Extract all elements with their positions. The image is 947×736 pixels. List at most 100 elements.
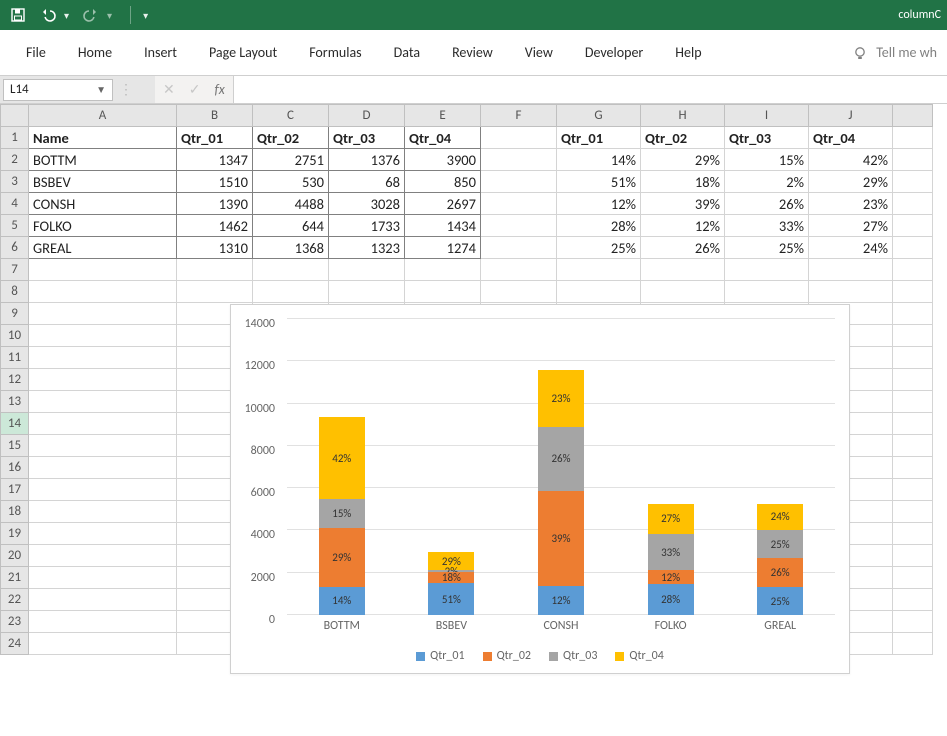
cell[interactable] [893, 457, 933, 479]
cell[interactable] [725, 259, 809, 281]
column-header-J[interactable]: J [809, 105, 893, 127]
cell[interactable] [29, 369, 177, 391]
ribbon-tab-developer[interactable]: Developer [569, 38, 659, 67]
cell[interactable] [29, 325, 177, 347]
cell[interactable] [893, 193, 933, 215]
cell[interactable] [893, 237, 933, 259]
cell[interactable] [725, 281, 809, 303]
column-header-C[interactable]: C [253, 105, 329, 127]
tell-me-search[interactable]: Tell me wh [852, 44, 937, 61]
cell[interactable] [29, 281, 177, 303]
cell[interactable]: Qtr_01 [557, 127, 641, 149]
row-header-19[interactable]: 19 [1, 523, 29, 545]
cell[interactable] [253, 281, 329, 303]
row-header-3[interactable]: 3 [1, 171, 29, 193]
cell[interactable] [405, 281, 481, 303]
cell[interactable] [481, 281, 557, 303]
select-all-corner[interactable] [1, 105, 29, 127]
cell[interactable] [893, 127, 933, 149]
ribbon-tab-view[interactable]: View [509, 38, 569, 67]
cell[interactable]: 15% [725, 149, 809, 171]
cell[interactable] [29, 435, 177, 457]
row-header-22[interactable]: 22 [1, 589, 29, 611]
cell[interactable]: 1310 [177, 237, 253, 259]
cell[interactable] [893, 369, 933, 391]
row-header-21[interactable]: 21 [1, 567, 29, 589]
column-header-I[interactable]: I [725, 105, 809, 127]
cell[interactable]: 68 [329, 171, 405, 193]
cell[interactable] [29, 501, 177, 523]
cell[interactable] [893, 303, 933, 325]
cell[interactable]: Qtr_02 [253, 127, 329, 149]
cell[interactable]: BOTTM [29, 149, 177, 171]
worksheet-grid[interactable]: ABCDEFGHIJ1NameQtr_01Qtr_02Qtr_03Qtr_04Q… [0, 104, 947, 655]
cell[interactable] [481, 215, 557, 237]
cell[interactable]: 14% [557, 149, 641, 171]
cell[interactable] [893, 435, 933, 457]
cell[interactable] [893, 479, 933, 501]
cell[interactable] [893, 347, 933, 369]
cell[interactable] [481, 259, 557, 281]
cell[interactable] [29, 303, 177, 325]
cell[interactable] [253, 259, 329, 281]
cell[interactable] [481, 149, 557, 171]
cell[interactable]: Qtr_03 [329, 127, 405, 149]
cell[interactable] [893, 567, 933, 589]
ribbon-tab-file[interactable]: File [10, 38, 62, 67]
column-header-D[interactable]: D [329, 105, 405, 127]
cell[interactable] [481, 171, 557, 193]
redo-menu-caret-icon[interactable]: ▾ [107, 9, 112, 22]
cell[interactable]: FOLKO [29, 215, 177, 237]
embedded-chart[interactable]: 02000400060008000100001200014000 14%29%1… [230, 304, 850, 674]
row-header-4[interactable]: 4 [1, 193, 29, 215]
cell[interactable]: 1390 [177, 193, 253, 215]
cell[interactable] [29, 413, 177, 435]
row-header-11[interactable]: 11 [1, 347, 29, 369]
ribbon-tab-help[interactable]: Help [659, 38, 717, 67]
cell[interactable] [29, 611, 177, 633]
cell[interactable]: 18% [641, 171, 725, 193]
cell[interactable] [481, 127, 557, 149]
cell[interactable] [893, 215, 933, 237]
cell[interactable] [893, 171, 933, 193]
row-header-10[interactable]: 10 [1, 325, 29, 347]
cell[interactable]: 2% [725, 171, 809, 193]
cell[interactable]: BSBEV [29, 171, 177, 193]
name-box-caret-icon[interactable]: ▼ [96, 83, 106, 96]
cell[interactable] [557, 281, 641, 303]
cell[interactable]: Qtr_02 [641, 127, 725, 149]
cell[interactable]: Qtr_01 [177, 127, 253, 149]
cell[interactable] [893, 611, 933, 633]
cell[interactable]: 1368 [253, 237, 329, 259]
cell[interactable]: 29% [641, 149, 725, 171]
row-header-20[interactable]: 20 [1, 545, 29, 567]
column-header-B[interactable]: B [177, 105, 253, 127]
cell[interactable] [893, 501, 933, 523]
ribbon-tab-insert[interactable]: Insert [128, 38, 193, 67]
cell[interactable]: CONSH [29, 193, 177, 215]
row-header-16[interactable]: 16 [1, 457, 29, 479]
cell[interactable] [177, 281, 253, 303]
row-header-14[interactable]: 14 [1, 413, 29, 435]
cell[interactable]: 2697 [405, 193, 481, 215]
cell[interactable]: 530 [253, 171, 329, 193]
undo-icon[interactable] [40, 7, 56, 23]
cell[interactable]: 1376 [329, 149, 405, 171]
ribbon-tab-home[interactable]: Home [62, 38, 128, 67]
cell[interactable]: 29% [809, 171, 893, 193]
redo-icon[interactable] [83, 7, 99, 23]
cell[interactable] [893, 325, 933, 347]
row-header-12[interactable]: 12 [1, 369, 29, 391]
formula-input[interactable] [233, 76, 947, 103]
cell[interactable] [893, 391, 933, 413]
row-header-13[interactable]: 13 [1, 391, 29, 413]
cell[interactable] [405, 259, 481, 281]
cell[interactable]: 26% [641, 237, 725, 259]
cell[interactable] [329, 281, 405, 303]
cell[interactable] [29, 479, 177, 501]
cell[interactable]: 25% [557, 237, 641, 259]
cell[interactable]: 1510 [177, 171, 253, 193]
cell[interactable]: 26% [725, 193, 809, 215]
row-header-2[interactable]: 2 [1, 149, 29, 171]
cell[interactable] [641, 281, 725, 303]
